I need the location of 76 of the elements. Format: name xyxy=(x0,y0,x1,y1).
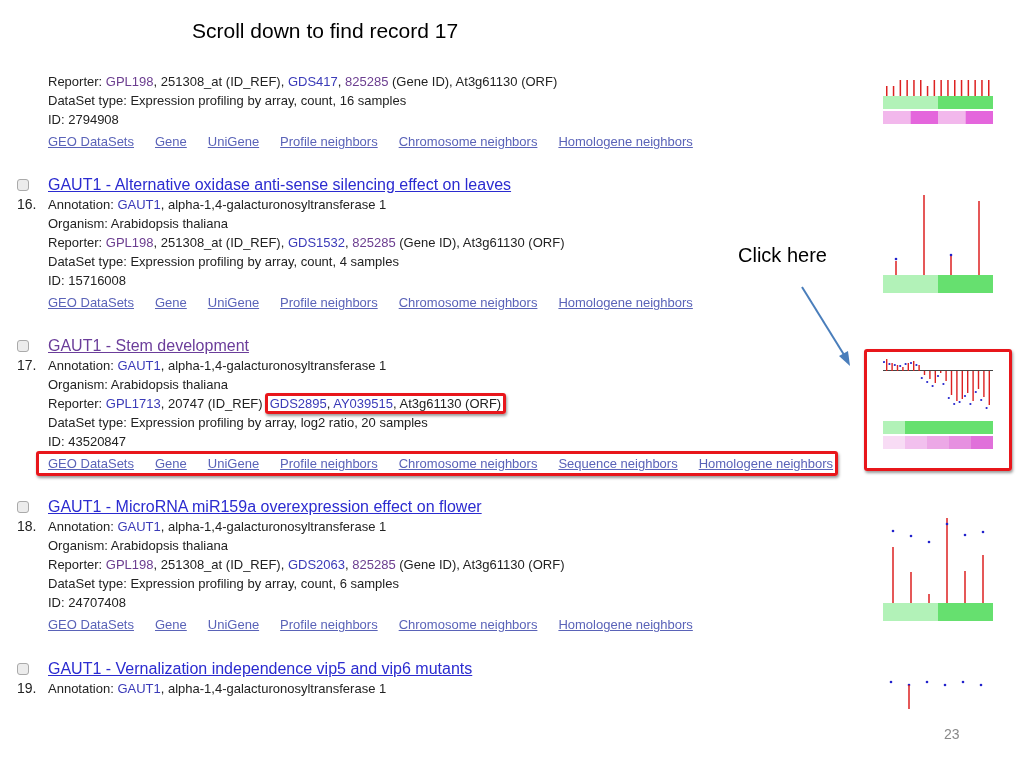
related-link[interactable]: Chromosome neighbors xyxy=(398,293,538,312)
inline-link[interactable]: GDS417 xyxy=(287,74,338,89)
checkbox[interactable] xyxy=(17,663,29,675)
related-link[interactable]: Profile neighbors xyxy=(280,454,378,473)
record-detail: Organism: Arabidopsis thaliana xyxy=(48,215,229,233)
inline-link[interactable]: GAUT1 xyxy=(117,519,161,534)
related-link[interactable]: UniGene xyxy=(207,615,260,634)
related-link[interactable]: Homologene neighbors xyxy=(698,454,834,473)
related-link[interactable]: Gene xyxy=(155,615,187,634)
related-link[interactable]: GEO DataSets xyxy=(48,132,134,151)
record-detail: Organism: Arabidopsis thaliana xyxy=(48,376,229,394)
inline-link[interactable]: GPL1713 xyxy=(105,396,161,411)
inline-link[interactable]: GDS2063 xyxy=(287,557,345,572)
related-link[interactable]: Chromosome neighbors xyxy=(398,615,538,634)
record-number: 16. xyxy=(17,195,38,214)
record-detail: ID: 43520847 xyxy=(48,433,128,451)
related-link[interactable]: Chromosome neighbors xyxy=(398,454,538,473)
record-detail: Organism: Arabidopsis thaliana xyxy=(48,537,229,555)
inline-link[interactable]: GPL198 xyxy=(105,557,154,572)
inline-link[interactable]: 825285 xyxy=(352,235,396,250)
related-link[interactable]: Homologene neighbors xyxy=(558,132,693,151)
record-detail: Annotation: GAUT1, alpha-1,4-galacturonosyltransferase 1 xyxy=(48,680,388,698)
record-number: 19. xyxy=(17,679,38,698)
related-link[interactable]: Sequence neighbors xyxy=(558,454,678,473)
related-link[interactable]: Gene xyxy=(155,454,187,473)
inline-link[interactable]: GDS1532 xyxy=(287,235,345,250)
inline-link[interactable]: GPL198 xyxy=(105,235,154,250)
record-detail: Reporter: GPL198, 251308_at (ID_REF), GDS2063, 825285 (Gene ID), At3g61130 (ORF) xyxy=(48,556,566,574)
highlight-box: GDS2895, AY039515, At3g61130 (ORF) xyxy=(264,393,507,414)
related-link[interactable]: Gene xyxy=(155,293,187,312)
related-link[interactable]: UniGene xyxy=(207,293,260,312)
record-number: 18. xyxy=(17,517,38,536)
related-link[interactable]: GEO DataSets xyxy=(48,615,134,634)
record-number: 17. xyxy=(17,356,38,375)
record-detail: ID: 24707408 xyxy=(48,594,128,612)
record-detail: ID: 2794908 xyxy=(48,111,120,129)
inline-link[interactable]: GPL198 xyxy=(105,74,154,89)
slide-title: Scroll down to find record 17 xyxy=(192,19,459,42)
inline-link[interactable]: GAUT1 xyxy=(117,197,161,212)
record-detail: DataSet type: Expression profiling by array, count, 4 samples xyxy=(48,253,400,271)
record-title-link[interactable]: GAUT1 - Vernalization independence vip5 and vip6 mutants xyxy=(48,658,473,679)
related-link[interactable]: Profile neighbors xyxy=(280,293,378,312)
checkbox[interactable] xyxy=(17,179,29,191)
related-link[interactable]: Gene xyxy=(155,132,187,151)
record-detail: Reporter: GPL198, 251308_at (ID_REF), GDS1532, 825285 (Gene ID), At3g61130 (ORF) xyxy=(48,234,566,252)
record-detail: DataSet type: Expression profiling by array, log2 ratio, 20 samples xyxy=(48,414,429,432)
record-title-link[interactable]: GAUT1 - Stem development xyxy=(48,335,249,356)
record-title-link[interactable]: GAUT1 - Alternative oxidase anti-sense silencing effect on leaves xyxy=(48,174,512,195)
related-link[interactable]: Homologene neighbors xyxy=(558,615,693,634)
inline-link[interactable]: GAUT1 xyxy=(117,681,161,696)
related-link[interactable]: GEO DataSets xyxy=(48,454,134,473)
inline-link[interactable]: 825285 xyxy=(345,74,389,89)
record-detail: Reporter: GPL198, 251308_at (ID_REF), GDS417, 825285 (Gene ID), At3g61130 (ORF) xyxy=(48,73,559,91)
record-detail: ID: 15716008 xyxy=(48,272,128,290)
inline-link[interactable]: GAUT1 xyxy=(117,358,161,373)
inline-link[interactable]: 825285 xyxy=(352,557,396,572)
record-detail: Reporter: GPL1713, 20747 (ID_REF) GDS2895, AY039515, At3g61130 (ORF) xyxy=(48,394,839,413)
related-link[interactable]: Profile neighbors xyxy=(280,132,378,151)
callout-label: Click here xyxy=(738,243,827,268)
checkbox[interactable] xyxy=(17,501,29,513)
related-link[interactable]: GEO DataSets xyxy=(48,293,134,312)
checkbox[interactable] xyxy=(17,340,29,352)
record-detail: Annotation: GAUT1, alpha-1,4-galacturonosyltransferase 1 xyxy=(48,357,388,375)
page-number: 23 xyxy=(944,725,960,744)
record-detail: Annotation: GAUT1, alpha-1,4-galacturonosyltransferase 1 xyxy=(48,196,388,214)
related-link[interactable]: Homologene neighbors xyxy=(558,293,693,312)
inline-link[interactable]: GDS2895 xyxy=(269,396,327,411)
related-link[interactable]: Chromosome neighbors xyxy=(398,132,538,151)
related-link[interactable]: Profile neighbors xyxy=(280,615,378,634)
inline-link[interactable]: AY039515 xyxy=(333,396,393,411)
related-link[interactable]: UniGene xyxy=(207,132,260,151)
record-detail: Annotation: GAUT1, alpha-1,4-galacturonosyltransferase 1 xyxy=(48,518,388,536)
record-title-link[interactable]: GAUT1 - MicroRNA miR159a overexpression effect on flower xyxy=(48,496,482,517)
record-detail: DataSet type: Expression profiling by array, count, 16 samples xyxy=(48,92,408,110)
record-detail: DataSet type: Expression profiling by array, count, 6 samples xyxy=(48,575,400,593)
related-link[interactable]: UniGene xyxy=(207,454,260,473)
